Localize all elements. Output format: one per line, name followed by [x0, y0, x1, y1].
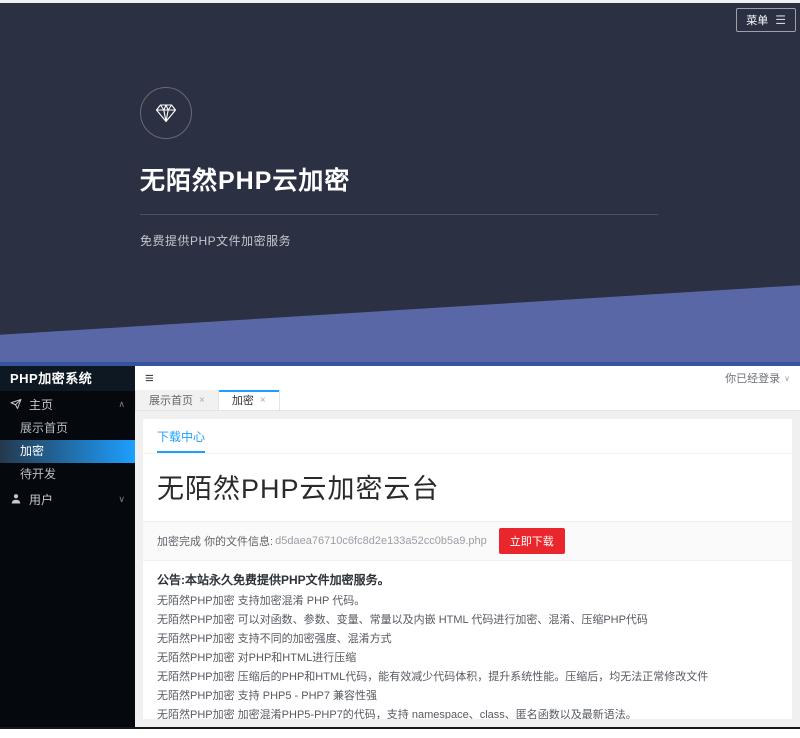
sidebar-item-encrypt[interactable]: 加密 — [0, 440, 135, 463]
encryption-status: 加密完成 — [157, 533, 201, 549]
sidebar-group-home[interactable]: 主页 ∧ — [0, 391, 135, 417]
download-now-button[interactable]: 立即下载 — [499, 528, 565, 554]
tab-label: 展示首页 — [149, 392, 193, 408]
tab-download-center[interactable]: 下载中心 — [157, 428, 205, 453]
tab-display-home[interactable]: 展示首页 × — [135, 390, 219, 410]
announcement-line: 无陌然PHP加密 支持 PHP5 - PHP7 兼容性强 — [157, 690, 778, 702]
file-info-label: 你的文件信息: — [204, 533, 273, 549]
user-icon — [10, 493, 22, 505]
encrypted-filename: d5daea76710c6fc8d2e133a52cc0b5a9.php — [275, 535, 487, 547]
close-icon[interactable]: × — [260, 395, 266, 406]
sidebar-group-user[interactable]: 用户 ∨ — [0, 486, 135, 512]
announcement-title: 公告:本站永久免费提供PHP文件加密服务。 — [157, 574, 778, 586]
admin-panel: PHP加密系统 主页 ∧ 展示首页 加密 待开发 用户 ∨ ≡ 你已经登录 ∨ — [0, 366, 800, 729]
announcement-line: 无陌然PHP加密 加密混淆PHP5-PHP7的代码，支持 namespace、c… — [157, 709, 778, 719]
main-area: ≡ 你已经登录 ∨ 展示首页 × 加密 × 下载中心 无陌然PHP云加密云台 — [135, 366, 800, 727]
sidebar: PHP加密系统 主页 ∧ 展示首页 加密 待开发 用户 ∨ — [0, 366, 135, 727]
login-status-text: 你已经登录 — [725, 370, 780, 386]
hero-subtitle: 免费提供PHP文件加密服务 — [140, 232, 800, 249]
hero-banner: 菜单 ☰ 无陌然PHP云加密 免费提供PHP文件加密服务 — [0, 3, 800, 362]
sidebar-item-in-development[interactable]: 待开发 — [0, 463, 135, 486]
collapse-sidebar-icon[interactable]: ≡ — [145, 371, 154, 386]
tab-encrypt[interactable]: 加密 × — [219, 390, 280, 410]
page-title: 无陌然PHP云加密云台 — [157, 467, 778, 506]
topbar: ≡ 你已经登录 ∨ — [135, 366, 800, 390]
hero-title: 无陌然PHP云加密 — [140, 161, 800, 197]
chevron-up-icon: ∧ — [118, 399, 125, 410]
announcement-line: 无陌然PHP加密 压缩后的PHP和HTML代码，能有效减少代码体积，提升系统性能… — [157, 671, 778, 683]
announcement-line: 无陌然PHP加密 可以对函数、参数、变量、常量以及内嵌 HTML 代码进行加密、… — [157, 614, 778, 626]
card-tab-header: 下载中心 — [143, 419, 792, 454]
announcement-line: 无陌然PHP加密 对PHP和HTML进行压缩 — [157, 652, 778, 664]
hero-diagonal-band — [0, 282, 800, 362]
login-status-dropdown[interactable]: 你已经登录 ∨ — [725, 370, 790, 386]
send-icon — [10, 398, 22, 410]
close-icon[interactable]: × — [199, 395, 205, 406]
tab-bar: 展示首页 × 加密 × — [135, 390, 800, 411]
hero-content: 无陌然PHP云加密 免费提供PHP文件加密服务 — [0, 3, 800, 249]
content-area: 下载中心 无陌然PHP云加密云台 加密完成 你的文件信息: d5daea7671… — [135, 411, 800, 727]
hero-divider — [140, 214, 658, 215]
gem-logo-badge — [140, 87, 192, 139]
sidebar-item-display-home[interactable]: 展示首页 — [0, 417, 135, 440]
gem-icon — [154, 101, 178, 125]
tab-label: 加密 — [232, 392, 254, 408]
announcement-line: 无陌然PHP加密 支持加密混淆 PHP 代码。 — [157, 595, 778, 607]
download-card: 下载中心 无陌然PHP云加密云台 加密完成 你的文件信息: d5daea7671… — [143, 419, 792, 719]
chevron-down-icon: ∨ — [784, 374, 790, 383]
sidebar-group-label: 主页 — [29, 396, 53, 413]
sidebar-group-label: 用户 — [29, 491, 53, 508]
announcement-line: 无陌然PHP加密 支持不同的加密强度、混淆方式 — [157, 633, 778, 645]
encryption-result-row: 加密完成 你的文件信息: d5daea76710c6fc8d2e133a52cc… — [143, 521, 792, 561]
sidebar-title: PHP加密系统 — [0, 366, 135, 391]
chevron-down-icon: ∨ — [118, 494, 125, 505]
announcement-list: 公告:本站永久免费提供PHP文件加密服务。 无陌然PHP加密 支持加密混淆 PH… — [143, 561, 792, 719]
